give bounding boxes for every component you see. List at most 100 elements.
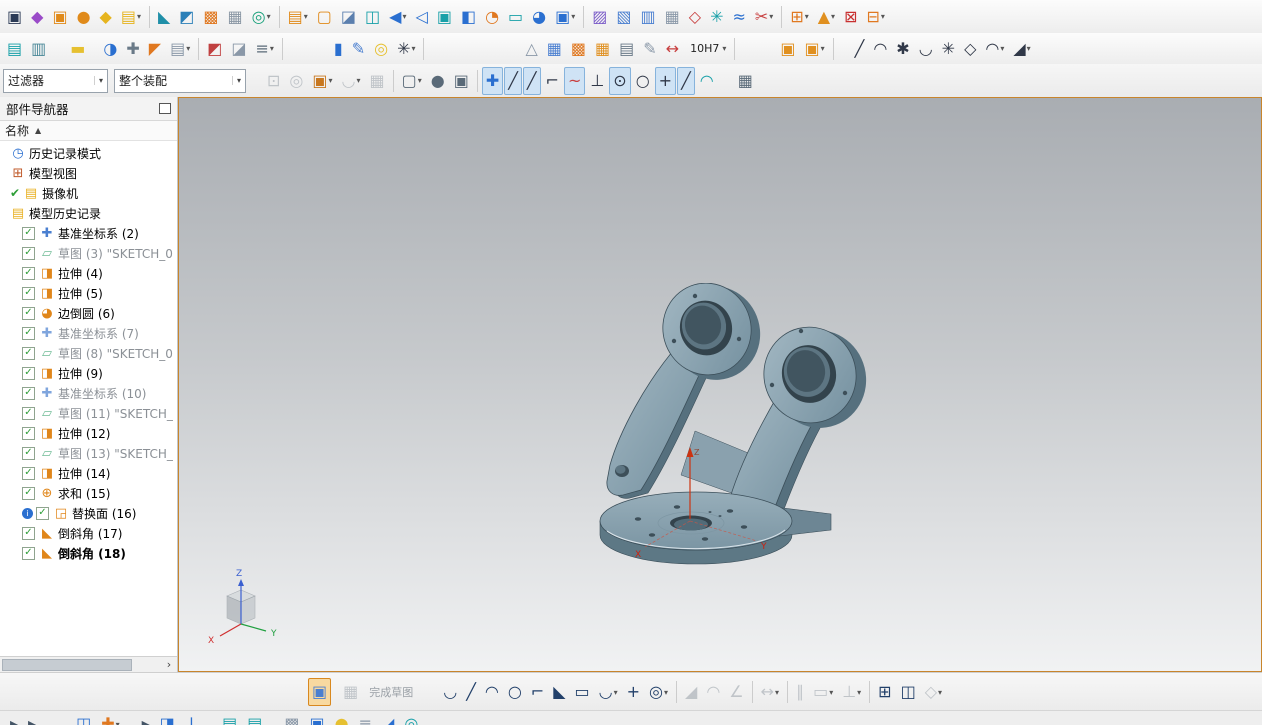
tree-item[interactable]: ✓ ▱ 草图 (8) "SKETCH_0 bbox=[0, 343, 177, 363]
block-icon[interactable]: ▣ bbox=[3, 3, 26, 31]
tree-column-header[interactable]: 名称 ▲ bbox=[0, 121, 177, 141]
unsuppress-icon[interactable]: ◪ bbox=[227, 35, 250, 63]
corner-icon[interactable]: ∠ bbox=[725, 678, 747, 706]
plane-curve-icon[interactable]: ◇ bbox=[960, 35, 980, 63]
point-icon[interactable]: ✱ bbox=[892, 35, 913, 63]
pattern-table-icon[interactable]: ▦ bbox=[591, 35, 614, 63]
snap-point-on-surface-icon[interactable]: ◠ bbox=[696, 67, 718, 95]
curve-star-icon[interactable]: ✳ bbox=[938, 35, 959, 63]
swept-surface-icon[interactable]: ▥ bbox=[637, 3, 660, 31]
pen-icon[interactable]: ✎ bbox=[348, 35, 369, 63]
scroll-right-button[interactable]: › bbox=[161, 658, 177, 671]
ruled-surface-icon[interactable]: ▨ bbox=[588, 3, 611, 31]
feature-checkbox[interactable]: ✓ bbox=[36, 506, 49, 520]
feature-checkbox[interactable]: ✓ bbox=[22, 246, 35, 260]
line-curve-icon[interactable]: ╱ bbox=[851, 35, 869, 63]
revolve-icon[interactable]: ◆ bbox=[27, 3, 47, 31]
wave-link-icon[interactable]: ✳ bbox=[706, 3, 727, 31]
tree-item[interactable]: ✓ ◣ 倒斜角 (17) bbox=[0, 523, 177, 543]
tree-item[interactable]: ✓ ✚ 基准坐标系 (2) bbox=[0, 223, 177, 243]
circle-icon[interactable]: ○ bbox=[504, 678, 526, 706]
move-face-icon[interactable]: ◁ bbox=[412, 3, 432, 31]
wave-geometry-icon[interactable]: ✳ ▾ bbox=[393, 35, 419, 63]
notes-icon[interactable]: ▤ bbox=[615, 35, 638, 63]
mirror-curve-icon[interactable]: ◫ bbox=[897, 678, 920, 706]
forward-icon[interactable]: ▸ bbox=[138, 711, 154, 725]
shell-icon[interactable]: ▦ bbox=[224, 3, 247, 31]
tree-item[interactable]: ✓ ◣ 倒斜角 (18) bbox=[0, 543, 177, 563]
primitive-menu-icon[interactable]: ▤ ▾ bbox=[117, 3, 145, 31]
add-icon[interactable]: ✚ ▾ bbox=[97, 711, 123, 725]
split-view-icon[interactable]: ◫ bbox=[72, 711, 95, 725]
hook-icon[interactable]: ◑ bbox=[99, 35, 121, 63]
workplane-grid-icon[interactable]: ▦ bbox=[734, 67, 757, 95]
tools-icon[interactable]: ✚ bbox=[122, 35, 143, 63]
list-strip-icon[interactable]: ≡ bbox=[355, 711, 376, 725]
tree-item[interactable]: ✓ ◨ 拉伸 (9) bbox=[0, 363, 177, 383]
feature-checkbox[interactable]: ✓ bbox=[22, 226, 35, 240]
tree-item[interactable]: ✓ ◨ 拉伸 (4) bbox=[0, 263, 177, 283]
extrude-icon[interactable]: ▣ bbox=[48, 3, 71, 31]
more-menu-icon[interactable]: ▣ ▾ bbox=[551, 3, 579, 31]
box-select-icon[interactable]: ▣ bbox=[450, 67, 473, 95]
tree-item[interactable]: ◷ 历史记录模式 bbox=[0, 143, 177, 163]
snap-quadrant-icon[interactable]: ○ bbox=[632, 67, 654, 95]
feature-checkbox[interactable]: ✓ bbox=[22, 406, 35, 420]
curve-menu-icon[interactable]: ◠ ▾ bbox=[981, 35, 1008, 63]
tree-item[interactable]: ✓ ◨ 拉伸 (5) bbox=[0, 283, 177, 303]
feature-checkbox[interactable]: ✓ bbox=[22, 486, 35, 500]
studio-spline-icon[interactable]: ◡ ▾ bbox=[595, 678, 622, 706]
down-arrow-icon[interactable]: ↓ bbox=[181, 711, 202, 725]
arc-curve-icon[interactable]: ◠ bbox=[869, 35, 891, 63]
delete-icon[interactable]: ⊠ bbox=[840, 3, 861, 31]
lock-icon[interactable]: ● bbox=[331, 711, 353, 725]
tree-item[interactable]: ▤ 模型历史记录 bbox=[0, 203, 177, 223]
assembly-menu-icon[interactable]: ▣ ▾ bbox=[801, 35, 829, 63]
chamfer-sketch-icon[interactable]: ◣ bbox=[549, 678, 569, 706]
emphasis-icon[interactable]: ◇ bbox=[685, 3, 705, 31]
feature-checkbox[interactable]: ✓ bbox=[22, 366, 35, 380]
finish-sketch-icon[interactable]: ▦ bbox=[339, 678, 362, 706]
tree-item[interactable]: ✓ ▱ 草图 (11) "SKETCH_ bbox=[0, 403, 177, 423]
offset-face-icon[interactable]: ▣ bbox=[433, 3, 456, 31]
line-icon[interactable]: ╱ bbox=[462, 678, 480, 706]
geometric-constraints-icon[interactable]: ∥ bbox=[792, 678, 808, 706]
dock-icon[interactable]: ◨ bbox=[156, 711, 179, 725]
edit-table-icon[interactable]: ▩ bbox=[567, 35, 590, 63]
annotation-icon[interactable]: ✎ bbox=[639, 35, 660, 63]
through-curves-icon[interactable]: ▧ bbox=[612, 3, 635, 31]
cone-menu-icon[interactable]: ▲ ▾ bbox=[814, 3, 839, 31]
tree-item[interactable]: ✓ ◨ 拉伸 (14) bbox=[0, 463, 177, 483]
sphere-icon[interactable]: ◕ bbox=[528, 3, 550, 31]
pattern-curve-icon[interactable]: ⊞ bbox=[874, 678, 895, 706]
tree-item[interactable]: ✓ ◕ 边倒圆 (6) bbox=[0, 303, 177, 323]
hole-icon[interactable]: ▤ ▾ bbox=[284, 3, 312, 31]
pattern-feature-icon[interactable]: ▩ bbox=[199, 3, 222, 31]
scrollbar-thumb[interactable] bbox=[2, 658, 132, 671]
trim-body-icon[interactable]: ◩ bbox=[175, 3, 198, 31]
tree-item[interactable]: ✓ ✚ 基准坐标系 (10) bbox=[0, 383, 177, 403]
grid-strip-icon[interactable]: ▩ bbox=[280, 711, 303, 725]
tree-item[interactable]: ✓ ⊕ 求和 (15) bbox=[0, 483, 177, 503]
mirror-feature-icon[interactable]: ◫ bbox=[361, 3, 384, 31]
graphics-viewport[interactable]: Z X Y Z X Y bbox=[178, 97, 1262, 672]
make-symmetric-icon[interactable]: ⊥ ▾ bbox=[838, 678, 865, 706]
snapshot-icon[interactable]: ◎ bbox=[285, 67, 307, 95]
snap-center-icon[interactable]: ⊙ bbox=[609, 66, 631, 95]
assembly-icon[interactable]: ▣ bbox=[776, 35, 799, 63]
rib-icon[interactable]: ◪ bbox=[337, 3, 360, 31]
selection-scope-icon[interactable]: ▣ ▾ bbox=[308, 67, 336, 95]
feature-checkbox[interactable]: ✓ bbox=[22, 426, 35, 440]
select-from-list-icon[interactable]: ⊡ bbox=[263, 67, 284, 95]
tree-item[interactable]: ✔ ▤ 摄像机 bbox=[0, 183, 177, 203]
layer-settings-icon[interactable]: ▥ bbox=[27, 35, 50, 63]
more-curves-icon[interactable]: ◢ ▾ bbox=[1009, 35, 1034, 63]
tree-item[interactable]: ✓ ▱ 草图 (3) "SKETCH_0 bbox=[0, 243, 177, 263]
tree-item[interactable]: ✓ ✚ 基准坐标系 (7) bbox=[0, 323, 177, 343]
measure-icon[interactable]: ↔ bbox=[662, 35, 683, 63]
mesh-surface-icon[interactable]: ▦ bbox=[661, 3, 684, 31]
edit-feature-icon[interactable]: ◀ ▾ bbox=[385, 3, 410, 31]
shaded-select-icon[interactable]: ● bbox=[427, 67, 449, 95]
curve-surface-icon[interactable]: ≈ bbox=[728, 3, 749, 31]
table-icon[interactable]: ▦ bbox=[543, 35, 566, 63]
